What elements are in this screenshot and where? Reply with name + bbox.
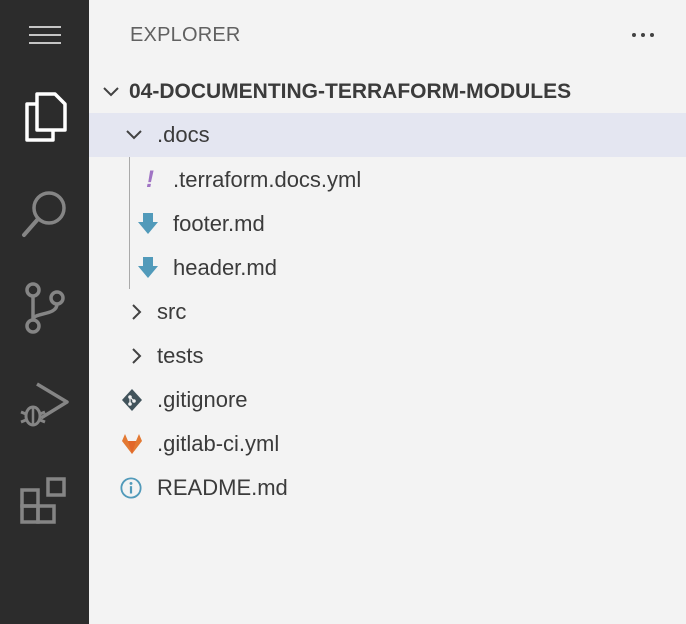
activity-bar [0, 0, 89, 624]
file-header-md[interactable]: header.md [89, 246, 686, 290]
file-footer-md[interactable]: footer.md [89, 202, 686, 246]
run-debug-icon[interactable] [0, 380, 89, 432]
file-gitlab-ci-yml[interactable]: .gitlab-ci.yml [89, 422, 686, 466]
extensions-icon[interactable] [0, 476, 89, 526]
file-label: .gitlab-ci.yml [157, 431, 280, 456]
file-label: header.md [173, 255, 277, 280]
folder-docs[interactable]: .docs [89, 113, 686, 157]
more-actions-icon[interactable] [630, 22, 656, 48]
root-folder[interactable]: 04-DOCUMENTING-TERRAFORM-MODULES [89, 70, 686, 114]
markdown-arrow-icon [138, 257, 158, 278]
chevron-down-icon [103, 87, 119, 97]
markdown-arrow-icon [138, 213, 158, 234]
menu-icon[interactable] [0, 24, 89, 46]
file-label: footer.md [173, 211, 265, 236]
source-control-icon[interactable] [0, 282, 89, 334]
file-label: .gitignore [157, 387, 248, 412]
file-terraform-docs-yml[interactable]: ! .terraform.docs.yml [89, 158, 686, 202]
explorer-panel: EXPLORER 04-DOCUMENTING-TERRAFORM-MODULE… [89, 0, 686, 624]
explorer-title: EXPLORER [130, 24, 241, 46]
folder-tests[interactable]: tests [89, 334, 686, 378]
folder-label: tests [157, 343, 204, 368]
file-label: .terraform.docs.yml [173, 167, 362, 192]
file-label: README.md [157, 475, 288, 500]
file-gitignore[interactable]: .gitignore [89, 378, 686, 422]
folder-src[interactable]: src [89, 290, 686, 334]
search-icon[interactable] [0, 188, 89, 240]
chevron-right-icon [132, 348, 142, 364]
files-icon[interactable] [0, 92, 89, 142]
git-icon [122, 389, 142, 411]
folder-label: .docs [157, 122, 210, 147]
folder-label: src [157, 299, 187, 324]
root-folder-label: 04-DOCUMENTING-TERRAFORM-MODULES [129, 80, 572, 103]
exclamation-yaml-icon: ! [146, 166, 154, 193]
chevron-right-icon [132, 304, 142, 320]
info-icon [120, 477, 142, 499]
chevron-down-icon [126, 130, 142, 140]
file-readme-md[interactable]: README.md [89, 466, 686, 510]
gitlab-icon [122, 434, 142, 454]
